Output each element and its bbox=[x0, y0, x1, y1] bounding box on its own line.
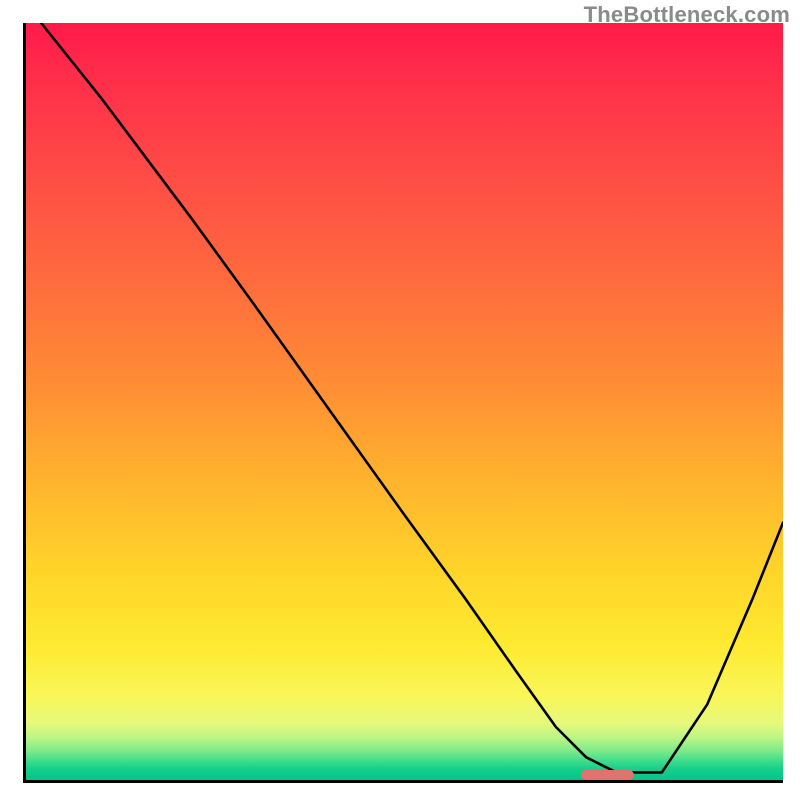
curve-svg bbox=[26, 23, 783, 780]
plot-area bbox=[23, 23, 783, 783]
chart-frame: TheBottleneck.com bbox=[0, 0, 800, 800]
highlight-marker bbox=[581, 770, 634, 780]
bottleneck-curve-path bbox=[41, 23, 783, 772]
